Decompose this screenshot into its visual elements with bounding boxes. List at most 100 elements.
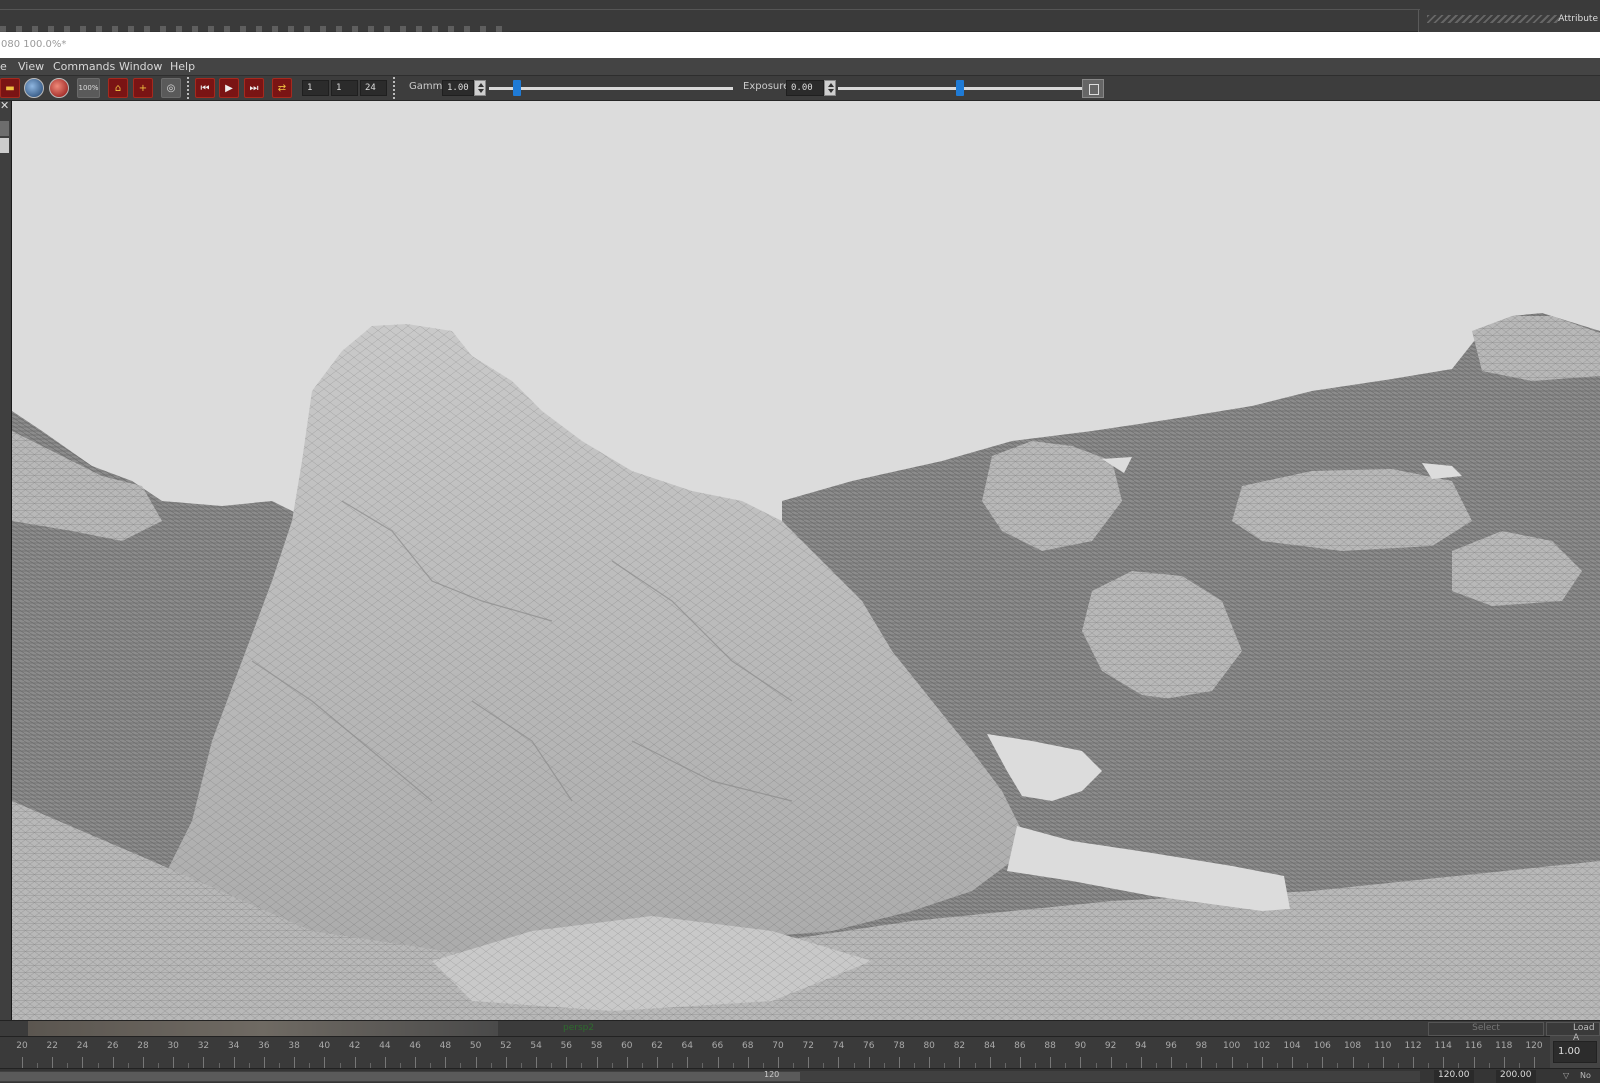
timeline-tick-label: 72 bbox=[802, 1041, 814, 1051]
timeline-tick-label: 40 bbox=[318, 1041, 331, 1051]
attribute-editor-tab[interactable]: Attribute bbox=[1418, 10, 1600, 32]
zoom-label: 100% bbox=[78, 84, 99, 92]
timeline-tick bbox=[929, 1057, 931, 1068]
range-slider-end: 120 bbox=[764, 1070, 780, 1079]
timeline-tick-label: 64 bbox=[681, 1041, 693, 1051]
timeline-tick bbox=[263, 1057, 265, 1068]
timeline-tick bbox=[233, 1057, 235, 1068]
timeline-tick-label: 110 bbox=[1374, 1041, 1392, 1051]
menu-view[interactable]: View bbox=[18, 60, 44, 73]
drag-handle[interactable] bbox=[1427, 15, 1559, 23]
host-divider bbox=[0, 9, 1420, 10]
timeline-tick-label: 114 bbox=[1434, 1041, 1452, 1051]
range-slider[interactable]: 120 120.00 200.00 ▽ No bbox=[0, 1068, 1600, 1083]
timeline-tick-label: 104 bbox=[1283, 1041, 1301, 1051]
render-region-button[interactable]: ▬ bbox=[0, 78, 20, 98]
timeline-tick-label: 54 bbox=[530, 1041, 542, 1051]
timeline-tick-label: 116 bbox=[1464, 1041, 1483, 1051]
gamma-slider[interactable] bbox=[489, 87, 733, 90]
menu-file[interactable]: e bbox=[0, 60, 7, 73]
current-frame-field[interactable]: 1.00 bbox=[1553, 1041, 1597, 1063]
timeline-tick-label: 120 bbox=[1525, 1041, 1543, 1051]
load-attributes-button[interactable]: Load A bbox=[1546, 1022, 1600, 1043]
gamma-spinner[interactable] bbox=[474, 80, 486, 96]
exposure-label: Exposure bbox=[743, 81, 790, 92]
menu-help[interactable]: Help bbox=[170, 60, 195, 73]
frame-end-field[interactable]: 24 bbox=[360, 80, 387, 96]
loop-icon: ⇄ bbox=[277, 82, 287, 94]
ipr-render-button[interactable] bbox=[24, 78, 44, 98]
timeline-tick bbox=[82, 1057, 84, 1068]
timeline-tick bbox=[22, 1057, 23, 1068]
snapshot-button[interactable]: ⌂ bbox=[108, 78, 128, 98]
crosshair-button[interactable]: + bbox=[133, 78, 153, 98]
skip-back-icon: ⏮ bbox=[200, 82, 210, 94]
exposure-slider-handle[interactable] bbox=[956, 80, 964, 96]
refresh-render-button[interactable] bbox=[49, 78, 69, 98]
crosshair-icon: + bbox=[138, 82, 148, 94]
timeline-tick bbox=[1443, 1057, 1445, 1068]
timeline-tick bbox=[717, 1057, 719, 1068]
select-button[interactable]: Select bbox=[1428, 1022, 1544, 1036]
timeline-tick bbox=[808, 1057, 810, 1068]
render-view-toolbar: ▬ 100% ⌂ + ◎ ⏮ ▶ ⏭ ⇄ 1 1 24 Gamma 1.00 E… bbox=[0, 76, 1600, 101]
timeline-tick bbox=[324, 1057, 326, 1068]
panel-tab-active[interactable] bbox=[0, 138, 9, 153]
frame-current-field[interactable]: 1 bbox=[331, 80, 358, 96]
timeline-tick bbox=[1050, 1057, 1052, 1068]
timeline-tick bbox=[566, 1057, 568, 1068]
keep-image-button[interactable]: ◎ bbox=[161, 78, 181, 98]
timeline-tick-label: 34 bbox=[227, 1041, 240, 1051]
timeline-tick-label: 56 bbox=[560, 1041, 573, 1051]
play-button[interactable]: ▶ bbox=[219, 78, 239, 98]
time-slider[interactable]: 20 22 24 26 28 30 32 34 36 38 40 42 44 46 48 50 52 54 56 58… bbox=[0, 1036, 1550, 1068]
footer-shade bbox=[28, 1021, 498, 1036]
timeline-tick bbox=[1171, 1057, 1173, 1068]
gamma-slider-handle[interactable] bbox=[513, 80, 522, 96]
filter-icon[interactable]: ▽ bbox=[1563, 1071, 1569, 1080]
frame-start-field[interactable]: 1 bbox=[302, 80, 329, 96]
render-viewport[interactable] bbox=[12, 101, 1600, 1020]
timeline-tick bbox=[203, 1057, 205, 1068]
range-extra: No bbox=[1580, 1071, 1591, 1080]
zoom-100-button[interactable]: 100% bbox=[77, 78, 100, 98]
timeline-tick bbox=[989, 1057, 991, 1068]
max-time-field[interactable]: 200.00 bbox=[1496, 1070, 1536, 1083]
timeline-tick-label: 58 bbox=[590, 1041, 603, 1051]
timeline-tick bbox=[959, 1057, 961, 1068]
close-icon[interactable]: ✕ bbox=[0, 99, 9, 112]
timeline-tick bbox=[868, 1057, 870, 1068]
timeline-tick bbox=[1534, 1057, 1535, 1068]
timeline-tick-label: 86 bbox=[1014, 1041, 1026, 1051]
end-time-field[interactable]: 120.00 bbox=[1434, 1070, 1474, 1083]
range-slider-bar[interactable] bbox=[0, 1072, 800, 1081]
timeline-tick-label: 106 bbox=[1313, 1041, 1331, 1051]
loop-button[interactable]: ⇄ bbox=[272, 78, 292, 98]
exposure-spinner[interactable] bbox=[824, 80, 836, 96]
timeline-tick bbox=[747, 1057, 749, 1068]
go-to-end-button[interactable]: ⏭ bbox=[244, 78, 264, 98]
gamma-field[interactable]: 1.00 bbox=[442, 80, 474, 96]
menu-commands[interactable]: Commands bbox=[53, 60, 115, 73]
go-to-start-button[interactable]: ⏮ bbox=[195, 78, 215, 98]
panel-tab[interactable] bbox=[0, 121, 9, 136]
timeline-tick-label: 60 bbox=[621, 1041, 633, 1051]
timeline-tick-label: 32 bbox=[197, 1041, 210, 1051]
timeline-tick-label: 108 bbox=[1343, 1041, 1362, 1051]
window-title-bar: 080 100.0%* bbox=[0, 32, 1600, 58]
exposure-field[interactable]: 0.00 bbox=[786, 80, 824, 96]
timeline-tick bbox=[1261, 1057, 1263, 1068]
timeline-tick-label: 48 bbox=[439, 1041, 452, 1051]
right-boulder-2 bbox=[1232, 469, 1472, 551]
timeline-tick bbox=[1473, 1057, 1475, 1068]
timeline-tick bbox=[354, 1057, 356, 1068]
display-options-button[interactable] bbox=[1082, 79, 1104, 98]
left-mound bbox=[12, 431, 162, 541]
timeline-tick bbox=[1292, 1057, 1294, 1068]
timeline-tick-label: 30 bbox=[167, 1041, 179, 1051]
timeline-tick-label: 82 bbox=[953, 1041, 966, 1051]
timeline-tick-label: 66 bbox=[711, 1041, 724, 1051]
timeline-tick-label: 28 bbox=[137, 1041, 149, 1051]
menu-window[interactable]: Window bbox=[119, 60, 162, 73]
timeline-tick-label: 62 bbox=[651, 1041, 663, 1051]
